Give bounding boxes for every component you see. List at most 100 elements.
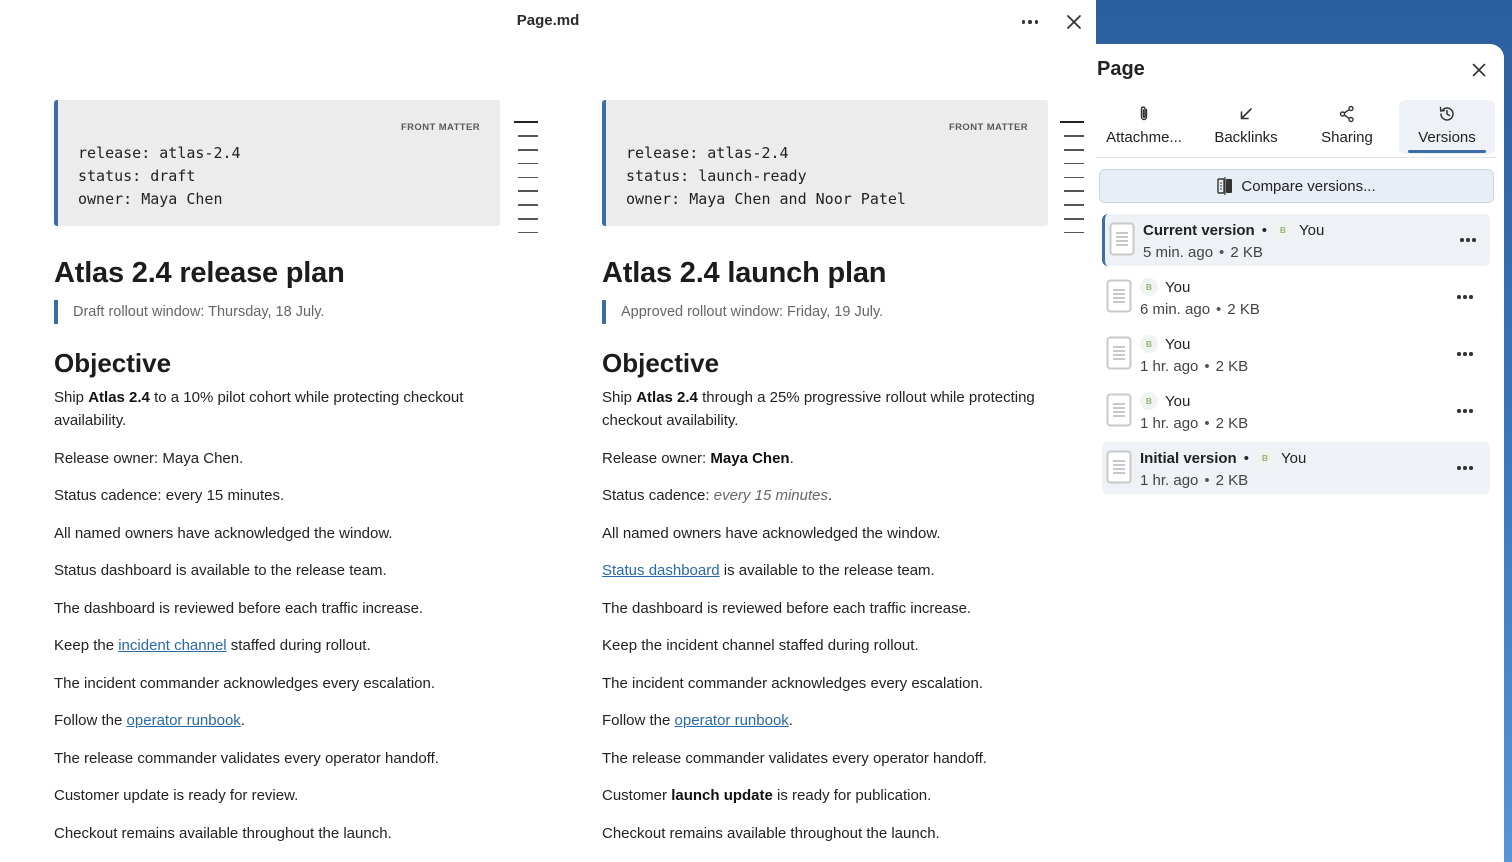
version-author: You <box>1165 335 1191 353</box>
document-icon <box>1106 336 1132 370</box>
version-item[interactable]: B You 1 hr. ago • 2 KB <box>1102 385 1490 437</box>
more-options-icon[interactable] <box>1018 10 1042 34</box>
page-info-panel: Page Attachme... Backlinks Sharing Versi… <box>1096 44 1504 862</box>
status-dashboard-link[interactable]: Status dashboard <box>602 562 720 579</box>
version-item[interactable]: B You 6 min. ago • 2 KB <box>1102 271 1490 323</box>
paperclip-icon <box>1140 106 1148 121</box>
incident-channel-link[interactable]: incident channel <box>118 637 226 654</box>
front-matter-line: release: atlas-2.4 <box>626 144 789 162</box>
paragraph: Status dashboard is available to the rel… <box>602 562 935 579</box>
paragraph: Release owner: Maya Chen. <box>54 450 244 467</box>
tab-attachments[interactable]: Attachme... <box>1096 100 1192 154</box>
more-options-icon[interactable] <box>1454 402 1476 420</box>
close-icon[interactable] <box>1062 10 1086 34</box>
avatar: B <box>1140 278 1158 296</box>
paragraph: Status cadence: every 15 minutes. <box>54 487 285 504</box>
avatar: B <box>1255 449 1274 467</box>
version-size: 2 KB <box>1227 301 1260 318</box>
paragraph: Checkout remains available throughout th… <box>54 825 392 842</box>
avatar: B <box>1140 335 1158 353</box>
version-author: You <box>1165 278 1191 296</box>
tab-versions[interactable]: Versions <box>1399 100 1495 154</box>
front-matter-label: FRONT MATTER <box>400 122 480 133</box>
operator-runbook-link[interactable]: operator runbook <box>127 712 241 729</box>
paragraph: All named owners have acknowledged the w… <box>602 525 941 542</box>
version-item[interactable]: Current version • B You 5 min. ago • 2 KB <box>1102 214 1490 266</box>
separator: • <box>1243 449 1249 467</box>
version-name: Initial version <box>1140 449 1237 467</box>
blockquote: Draft rollout window: Thursday, 18 July. <box>54 300 324 324</box>
paragraph: The dashboard is reviewed before each tr… <box>602 600 972 617</box>
version-meta: 1 hr. ago • 2 KB <box>1140 415 1248 432</box>
paragraph: All named owners have acknowledged the w… <box>54 525 393 542</box>
version-size: 2 KB <box>1215 358 1249 375</box>
compare-versions-button[interactable]: Compare versions... <box>1099 169 1494 203</box>
tab-label: Versions <box>1418 129 1476 146</box>
document-icon <box>1106 393 1132 427</box>
document-icon <box>1106 450 1132 484</box>
paragraph: Ship Atlas 2.4 through a 25% progressive… <box>602 389 1035 429</box>
separator: • <box>1261 221 1267 239</box>
paragraph: Status cadence: every 15 minutes. <box>602 487 833 504</box>
avatar: B <box>1273 221 1292 239</box>
blockquote: Approved rollout window: Friday, 19 July… <box>602 300 883 324</box>
document-icon <box>1106 279 1132 313</box>
version-header: Current version • B You <box>1143 221 1324 239</box>
paragraph: The release commander validates every op… <box>54 750 439 767</box>
front-matter-line: owner: Maya Chen <box>78 190 223 208</box>
separator: • <box>1204 472 1210 489</box>
version-time: 1 hr. ago <box>1140 358 1199 375</box>
outline-minimap[interactable] <box>514 121 538 246</box>
version-item[interactable]: Initial version • B You 1 hr. ago • 2 KB <box>1102 442 1490 494</box>
front-matter-line: release: atlas-2.4 <box>78 144 241 162</box>
more-options-icon[interactable] <box>1454 459 1476 477</box>
paragraph: Follow the operator runbook. <box>54 712 245 729</box>
panel-tabs: Attachme... Backlinks Sharing Versions <box>1096 100 1496 158</box>
compare-versions-label: Compare versions... <box>1241 177 1376 195</box>
version-time: 5 min. ago <box>1143 244 1214 261</box>
paragraph: Ship Atlas 2.4 to a 10% pilot cohort whi… <box>54 389 464 429</box>
tab-backlinks[interactable]: Backlinks <box>1198 100 1294 154</box>
version-header: B You <box>1140 278 1190 296</box>
separator: • <box>1204 358 1210 375</box>
tab-label: Backlinks <box>1214 129 1278 146</box>
version-meta: 1 hr. ago • 2 KB <box>1140 472 1248 489</box>
paragraph: Keep the incident channel staffed during… <box>54 637 371 654</box>
version-meta: 5 min. ago • 2 KB <box>1143 244 1263 261</box>
outline-minimap[interactable] <box>1060 121 1084 246</box>
front-matter-line: status: draft <box>78 167 196 185</box>
operator-runbook-link[interactable]: operator runbook <box>675 712 789 729</box>
window-title: Page.md <box>516 12 580 29</box>
version-header: B You <box>1140 335 1190 353</box>
version-size: 2 KB <box>1215 472 1249 489</box>
separator: • <box>1219 244 1225 261</box>
page-title: Atlas 2.4 launch plan <box>602 257 887 289</box>
active-tab-indicator <box>1408 150 1486 153</box>
paragraph: Checkout remains available throughout th… <box>602 825 940 842</box>
version-author: You <box>1280 449 1307 467</box>
paragraph: Release owner: Maya Chen. <box>602 450 794 467</box>
more-options-icon[interactable] <box>1454 345 1476 363</box>
version-meta: 6 min. ago • 2 KB <box>1140 301 1260 318</box>
document-window: Page.md FRONT MATTER release: atlas-2.4 … <box>0 0 1096 862</box>
paragraph: Customer update is ready for review. <box>54 787 299 804</box>
paragraph: The release commander validates every op… <box>602 750 987 767</box>
version-size: 2 KB <box>1230 244 1263 261</box>
paragraph: The incident commander acknowledges ever… <box>602 675 984 692</box>
arrow-down-left-icon <box>1240 108 1252 120</box>
share-icon <box>1339 105 1354 123</box>
tab-sharing[interactable]: Sharing <box>1299 100 1395 154</box>
page-title: Atlas 2.4 release plan <box>54 257 345 289</box>
paragraph: Status dashboard is available to the rel… <box>54 562 387 579</box>
version-item[interactable]: B You 1 hr. ago • 2 KB <box>1102 328 1490 380</box>
version-name: Current version <box>1143 221 1255 239</box>
close-icon[interactable] <box>1468 59 1490 81</box>
version-time: 1 hr. ago <box>1140 472 1199 489</box>
more-options-icon[interactable] <box>1454 288 1476 306</box>
front-matter-line: owner: Maya Chen and Noor Patel <box>626 190 906 208</box>
document-icon <box>1109 222 1135 256</box>
version-time: 1 hr. ago <box>1140 415 1199 432</box>
paragraph: Customer launch update is ready for publ… <box>602 787 932 804</box>
more-options-icon[interactable] <box>1457 231 1479 249</box>
front-matter-line: status: launch-ready <box>626 167 807 185</box>
